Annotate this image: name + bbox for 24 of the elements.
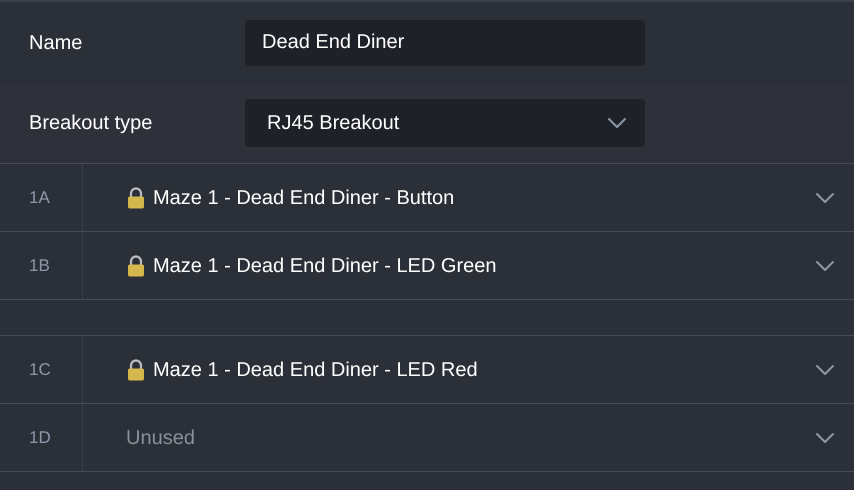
assignment-text: Unused (126, 426, 196, 450)
port-id: 1A (0, 164, 83, 231)
port-assignment-select[interactable]: Maze 1 - Dead End Diner - LED Green (83, 232, 854, 299)
chevron-down-icon (815, 260, 835, 272)
field-label: Breakout type (29, 111, 154, 136)
assignment-text: Maze 1 - Dead End Diner - LED Green (153, 254, 498, 278)
padlock-icon (126, 358, 146, 380)
padlock-icon (126, 186, 146, 208)
port-assignment-select[interactable]: Maze 1 - Dead End Diner - Button (83, 164, 854, 231)
chevron-down-icon (815, 192, 835, 204)
name-field[interactable]: Dead End Diner (245, 20, 645, 66)
port-id: 1B (0, 232, 83, 299)
assignment-text: Maze 1 - Dead End Diner - LED Red (153, 358, 479, 382)
chevron-down-icon (607, 117, 627, 129)
chevron-down-icon (815, 432, 835, 444)
port-assignment-select[interactable]: Maze 1 - Dead End Diner - LED Red (83, 336, 854, 403)
padlock-icon (126, 254, 146, 276)
port-assignment-select[interactable]: Unused (83, 404, 854, 471)
field-label: Name (29, 30, 84, 56)
breakout-type-select[interactable]: RJ45 Breakout (245, 99, 645, 147)
port-id: 1D (0, 404, 83, 471)
assignment-text: Maze 1 - Dead End Diner - Button (153, 186, 456, 210)
chevron-down-icon (815, 364, 835, 376)
port-id: 1C (0, 336, 83, 403)
